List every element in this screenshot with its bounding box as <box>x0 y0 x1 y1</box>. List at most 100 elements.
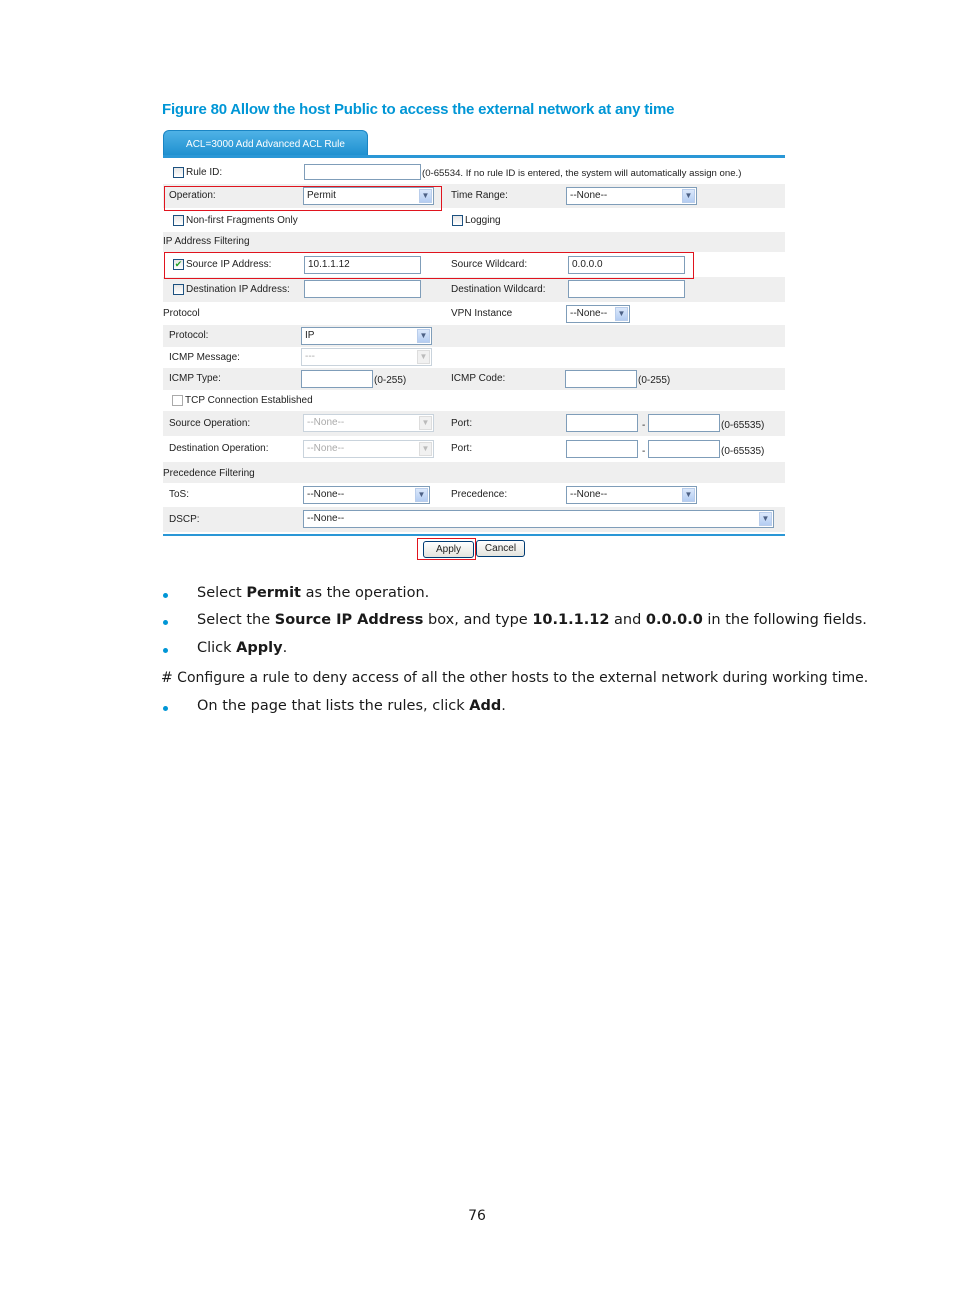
form-bottom-divider <box>163 534 785 536</box>
vpn-instance-label: VPN Instance <box>451 308 513 319</box>
rule-id-checkbox[interactable] <box>173 167 184 178</box>
source-ip-input[interactable]: 10.1.1.12 <box>304 256 421 274</box>
section-precedence-label: Precedence Filtering <box>163 468 255 479</box>
chevron-down-icon: ▼ <box>759 512 772 526</box>
cancel-button[interactable]: Cancel <box>476 540 525 557</box>
non-first-fragments-label: Non-first Fragments Only <box>186 215 298 226</box>
source-port-label: Port: <box>451 418 473 429</box>
dscp-select[interactable]: --None-- ▼ <box>303 510 774 528</box>
precedence-value: --None-- <box>570 489 608 500</box>
tab-add-advanced-acl-rule[interactable]: ACL=3000 Add Advanced ACL Rule <box>163 130 368 156</box>
row-protocol: Protocol: IP ▼ <box>163 325 785 347</box>
operation-label: Operation: <box>169 190 216 201</box>
instruction-1: Select Permit as the operation. <box>197 585 430 601</box>
protocol-select[interactable]: IP ▼ <box>301 327 432 345</box>
tos-label: ToS: <box>169 489 190 500</box>
row-destination-ip: Destination IP Address: Destination Wild… <box>163 277 785 302</box>
rule-id-label: Rule ID: <box>186 167 223 178</box>
bullet-icon <box>163 648 168 653</box>
tcp-established-label: TCP Connection Established <box>185 395 313 406</box>
apply-button[interactable]: Apply <box>423 541 474 558</box>
row-operation: Operation: Permit ▼ Time Range: --None-- ▼ <box>163 184 785 208</box>
page-number: 76 <box>468 1208 486 1224</box>
instruction-4: On the page that lists the rules, click … <box>197 698 506 714</box>
time-range-value: --None-- <box>570 190 608 201</box>
source-operation-value: --None-- <box>307 417 345 428</box>
operation-value: Permit <box>307 190 336 201</box>
destination-port-to-input[interactable] <box>648 440 720 458</box>
tos-value: --None-- <box>307 489 345 500</box>
protocol-label: Protocol: <box>169 330 209 341</box>
section-ip-label: IP Address Filtering <box>163 236 250 247</box>
source-operation-label: Source Operation: <box>169 418 251 429</box>
rule-id-input[interactable] <box>304 164 421 180</box>
row-fragments-logging: Non-first Fragments Only Logging <box>163 208 785 232</box>
dscp-value: --None-- <box>307 513 345 524</box>
destination-ip-label: Destination IP Address: <box>186 284 290 295</box>
figure-title: Figure 80 Allow the host Public to acces… <box>162 101 675 118</box>
destination-ip-checkbox[interactable] <box>173 284 184 295</box>
icmp-type-label: ICMP Type: <box>169 373 221 384</box>
icmp-code-input[interactable] <box>565 370 637 388</box>
row-source-ip: ✔ Source IP Address: 10.1.1.12 Source Wi… <box>163 252 785 277</box>
operation-select[interactable]: Permit ▼ <box>303 187 434 205</box>
bullet-icon <box>163 620 168 625</box>
icmp-code-label: ICMP Code: <box>451 373 506 384</box>
chevron-down-icon: ▼ <box>419 442 432 456</box>
precedence-label: Precedence: <box>451 489 508 500</box>
checkmark-icon: ✔ <box>174 259 183 269</box>
row-source-operation: Source Operation: --None-- ▼ Port: - (0-6… <box>163 411 785 436</box>
row-tcp-established: TCP Connection Established <box>163 390 785 411</box>
bullet-icon <box>163 593 168 598</box>
icmp-message-value: --- <box>305 351 315 362</box>
paragraph-configure-deny: # Configure a rule to deny access of all… <box>161 670 869 686</box>
source-wildcard-input[interactable]: 0.0.0.0 <box>568 256 685 274</box>
row-icmp-type-code: ICMP Type: (0-255) ICMP Code: (0-255) <box>163 368 785 390</box>
tab-underline <box>163 155 785 158</box>
tcp-established-checkbox[interactable] <box>172 395 183 406</box>
source-ip-label: Source IP Address: <box>186 259 272 270</box>
section-precedence-filtering: Precedence Filtering <box>163 462 785 483</box>
bullet-icon <box>163 706 168 711</box>
destination-operation-value: --None-- <box>307 443 345 454</box>
chevron-down-icon: ▼ <box>419 189 432 203</box>
vpn-instance-value: --None-- <box>570 308 608 319</box>
precedence-select[interactable]: --None-- ▼ <box>566 486 697 504</box>
row-protocol-section: Protocol VPN Instance --None-- ▼ <box>163 302 785 325</box>
logging-label: Logging <box>465 215 501 226</box>
vpn-instance-select[interactable]: --None-- ▼ <box>566 305 630 323</box>
destination-port-from-input[interactable] <box>566 440 638 458</box>
instruction-3: Click Apply. <box>197 640 288 656</box>
destination-operation-select[interactable]: --None-- ▼ <box>303 440 434 458</box>
icmp-message-label: ICMP Message: <box>169 352 240 363</box>
source-ip-checkbox[interactable]: ✔ <box>173 259 184 270</box>
row-dscp: DSCP: --None-- ▼ <box>163 507 785 532</box>
chevron-down-icon: ▼ <box>417 350 430 364</box>
destination-port-label: Port: <box>451 443 473 454</box>
instruction-2: Select the Source IP Address box, and ty… <box>197 612 867 628</box>
icmp-type-input[interactable] <box>301 370 373 388</box>
tos-select[interactable]: --None-- ▼ <box>303 486 430 504</box>
source-port-from-input[interactable] <box>566 414 638 432</box>
time-range-label: Time Range: <box>451 190 508 201</box>
row-rule-id: Rule ID: (0-65534. If no rule ID is ente… <box>163 159 785 184</box>
row-icmp-message: ICMP Message: --- ▼ <box>163 347 785 368</box>
destination-operation-label: Destination Operation: <box>169 443 269 454</box>
destination-ip-input[interactable] <box>304 280 421 298</box>
destination-wildcard-input[interactable] <box>568 280 685 298</box>
icmp-message-select[interactable]: --- ▼ <box>301 348 432 366</box>
source-operation-select[interactable]: --None-- ▼ <box>303 414 434 432</box>
section-protocol-label: Protocol <box>163 308 200 319</box>
chevron-down-icon: ▼ <box>615 307 628 321</box>
section-ip-address-filtering: IP Address Filtering <box>163 232 785 252</box>
row-destination-operation: Destination Operation: --None-- ▼ Port: -… <box>163 436 785 462</box>
time-range-select[interactable]: --None-- ▼ <box>566 187 697 205</box>
source-port-to-input[interactable] <box>648 414 720 432</box>
dscp-label: DSCP: <box>169 514 200 525</box>
source-wildcard-label: Source Wildcard: <box>451 259 528 270</box>
chevron-down-icon: ▼ <box>419 416 432 430</box>
chevron-down-icon: ▼ <box>682 189 695 203</box>
chevron-down-icon: ▼ <box>417 329 430 343</box>
logging-checkbox[interactable] <box>452 215 463 226</box>
non-first-fragments-checkbox[interactable] <box>173 215 184 226</box>
